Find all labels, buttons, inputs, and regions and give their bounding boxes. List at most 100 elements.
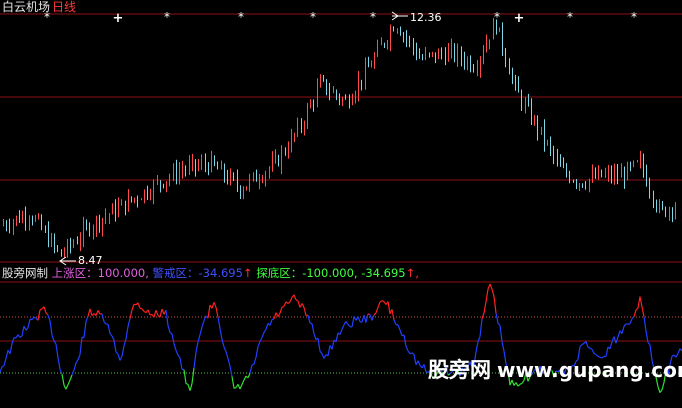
indicator-segment bbox=[323, 354, 327, 359]
indicator-segment bbox=[285, 301, 289, 304]
indicator-segment bbox=[495, 313, 499, 324]
indicator-segment bbox=[103, 321, 107, 325]
indicator-segment bbox=[615, 336, 619, 344]
candlestick-series bbox=[3, 18, 676, 258]
star-marker: * bbox=[631, 10, 637, 24]
indicator-segment bbox=[129, 309, 133, 319]
indicator-segment bbox=[335, 332, 339, 342]
indicator-segment bbox=[143, 310, 147, 314]
watch-zone-label: 警戒区： bbox=[152, 266, 199, 280]
indicator-segment bbox=[165, 310, 169, 326]
indicator-segment bbox=[43, 306, 47, 314]
indicator-segment bbox=[179, 357, 183, 370]
indicator-segment bbox=[253, 357, 257, 365]
indicator-segment bbox=[481, 312, 485, 320]
indicator-segment bbox=[589, 347, 593, 350]
indicator-segment bbox=[75, 359, 79, 364]
indicator-segment bbox=[581, 342, 585, 346]
indicator-segment bbox=[31, 316, 35, 320]
indicator-segment bbox=[347, 324, 351, 328]
chart-canvas[interactable]: * * * * * * * *+ + 12.368.47 bbox=[0, 0, 682, 408]
indicator-segment bbox=[147, 309, 151, 316]
indicator-segment bbox=[479, 318, 483, 337]
bottom-zone-label: 探底区： bbox=[256, 266, 303, 280]
indicator-segment bbox=[283, 301, 287, 307]
indicator-segment bbox=[69, 374, 73, 381]
indicator-segment bbox=[207, 305, 211, 319]
watermark: 股旁网 www.gupang.com bbox=[428, 354, 682, 384]
indicator-segment bbox=[307, 315, 311, 324]
star-marker: * bbox=[567, 10, 573, 24]
cross-marker: + bbox=[113, 11, 124, 26]
indicator-segment bbox=[231, 376, 235, 389]
indicator-segment bbox=[251, 363, 255, 366]
cross-marker: + bbox=[514, 11, 525, 26]
indicator-segment bbox=[657, 386, 661, 393]
indicator-segment bbox=[79, 337, 83, 355]
indicator-segment bbox=[633, 309, 637, 317]
indicator-segment bbox=[309, 322, 313, 325]
indicator-segment bbox=[223, 346, 227, 352]
indicator-segment bbox=[171, 333, 175, 344]
indicator-segment bbox=[87, 308, 91, 317]
stock-name: 白云机场 bbox=[2, 0, 51, 14]
indicator-segment bbox=[339, 329, 343, 335]
star-marker: * bbox=[310, 10, 316, 24]
indicator-segment bbox=[311, 323, 315, 334]
star-marker: * bbox=[494, 10, 500, 24]
indicator-segment bbox=[95, 310, 99, 316]
indicator-segment bbox=[497, 322, 501, 326]
indicator-segment bbox=[609, 341, 613, 349]
indicator-segment bbox=[21, 325, 25, 337]
indicator-segment bbox=[345, 321, 349, 325]
high-price-label: 12.36 bbox=[410, 11, 442, 24]
grid-lines bbox=[0, 13, 682, 374]
indicator-segment bbox=[27, 318, 31, 328]
indicator-segment bbox=[269, 319, 273, 326]
indicator-segment bbox=[175, 350, 179, 356]
indicator-segment bbox=[319, 350, 323, 355]
rise-zone-label: 上涨区： bbox=[51, 266, 98, 280]
indicator-segment bbox=[249, 364, 253, 374]
indicator-segment bbox=[169, 331, 173, 335]
indicator-segment bbox=[141, 308, 145, 312]
indicator-segment bbox=[117, 353, 121, 361]
indicator-segment bbox=[225, 351, 229, 359]
indicator-segment bbox=[379, 300, 383, 303]
indicator-segment bbox=[635, 307, 639, 311]
indicator-segment bbox=[189, 383, 193, 391]
indicator-segment bbox=[399, 329, 403, 336]
indicator-segment bbox=[405, 346, 409, 352]
indicator-segment bbox=[219, 328, 223, 340]
indicator-segment bbox=[227, 358, 231, 367]
indicator-segment bbox=[493, 296, 497, 314]
indicator-segment bbox=[71, 369, 75, 376]
indicator-segment bbox=[185, 383, 189, 385]
indicator-segment bbox=[199, 326, 203, 336]
indicator-segment bbox=[255, 346, 259, 358]
indicator-segment bbox=[491, 289, 495, 297]
indicator-segment bbox=[393, 319, 397, 325]
indicator-segment bbox=[131, 304, 135, 311]
indicator-segment bbox=[213, 302, 217, 308]
indicator-segment bbox=[153, 310, 157, 318]
indicator-segment bbox=[261, 332, 265, 338]
indicator-segment bbox=[101, 313, 105, 322]
indicator-segment bbox=[73, 362, 77, 371]
indicator-segment bbox=[579, 344, 583, 347]
indicator-segment bbox=[159, 308, 163, 318]
indicator-segment bbox=[123, 338, 127, 346]
indicator-segment bbox=[113, 340, 117, 353]
indicator-segment bbox=[23, 325, 27, 331]
watermark-url: www.gupang.com bbox=[497, 358, 682, 382]
indicator-segment bbox=[49, 320, 53, 336]
indicator-segment bbox=[387, 301, 391, 314]
indicator-segment bbox=[647, 342, 651, 346]
indicator-segment bbox=[39, 308, 43, 311]
indicator-segment bbox=[407, 350, 411, 355]
indicator-segment bbox=[241, 379, 245, 385]
indicator-segment bbox=[121, 345, 125, 357]
indicator-segment bbox=[217, 317, 221, 329]
indicator-segment bbox=[47, 314, 51, 322]
watermark-cn: 股旁网 bbox=[428, 358, 491, 382]
